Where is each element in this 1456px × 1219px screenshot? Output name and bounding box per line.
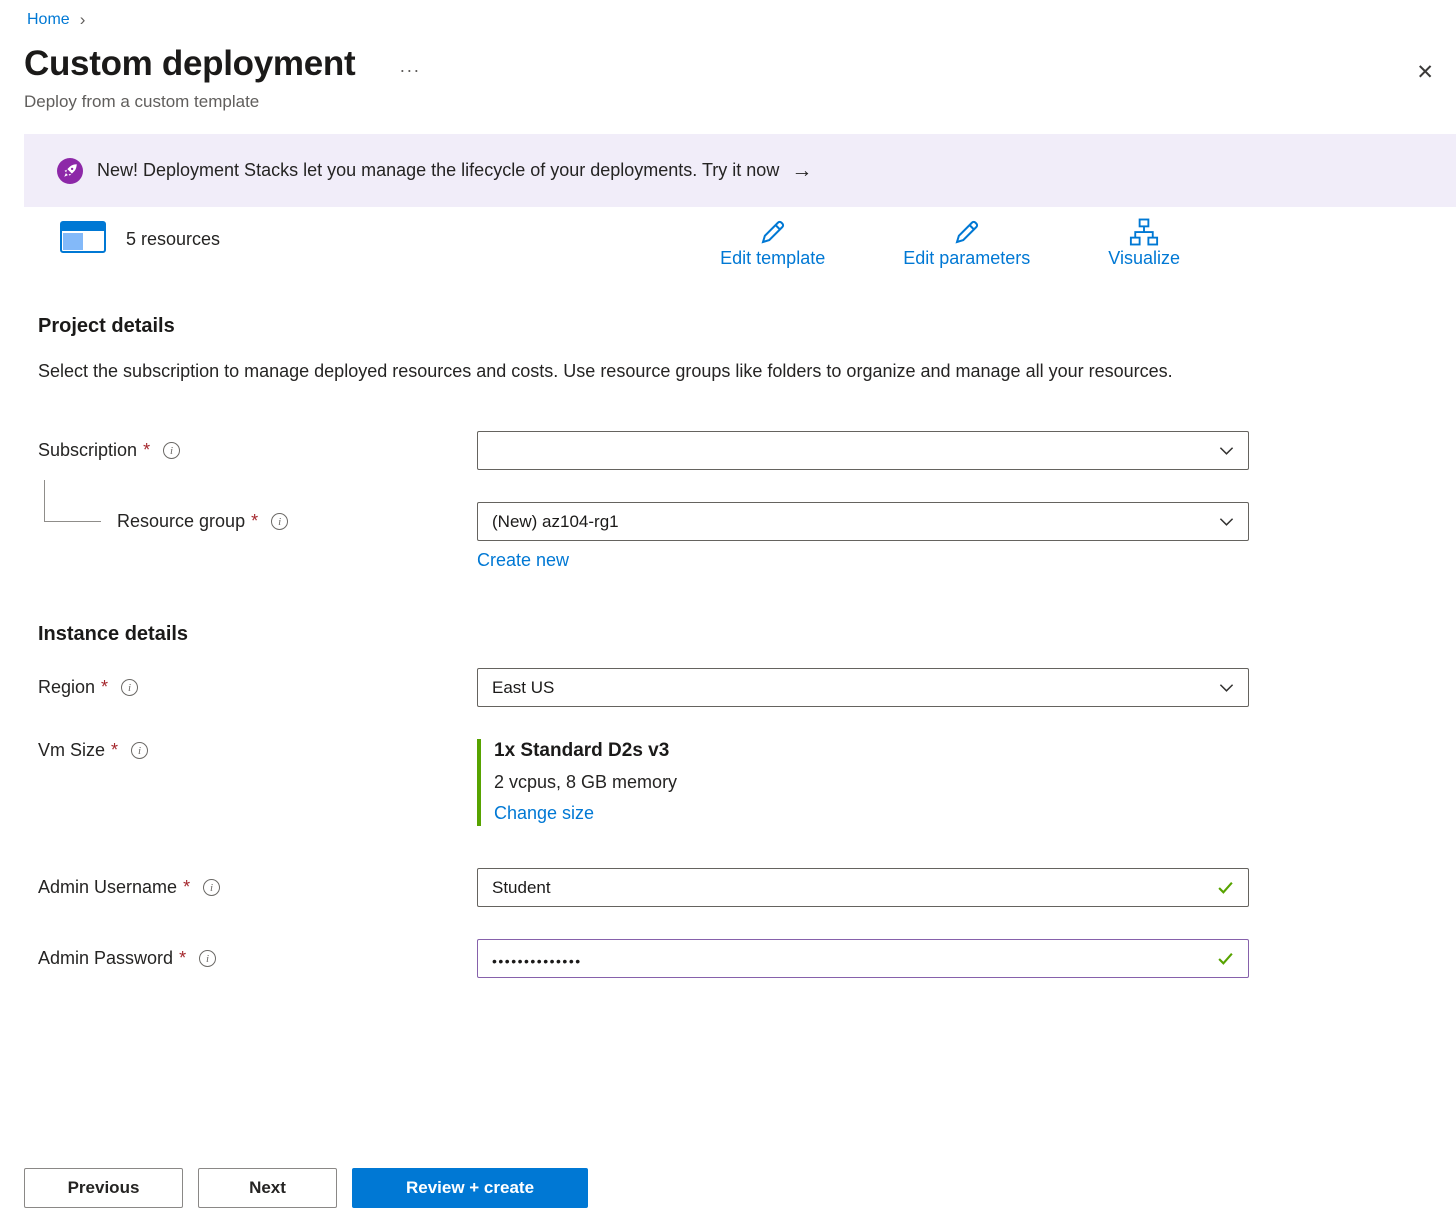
chevron-down-icon (1219, 517, 1234, 527)
template-actions: Edit template Edit parameters (720, 215, 1180, 269)
admin-username-row: Admin Username * i Student (38, 868, 1456, 907)
vm-size-row: Vm Size * i 1x Standard D2s v3 2 vcpus, … (38, 739, 1456, 826)
wizard-footer: Previous Next Review + create (24, 1168, 588, 1208)
edit-template-label: Edit template (720, 248, 825, 269)
info-icon[interactable]: i (271, 513, 288, 530)
instance-details-section: Instance details Region * i East US (0, 623, 1456, 978)
sitemap-icon (1129, 215, 1159, 247)
vm-size-label: Vm Size * i (38, 740, 477, 761)
required-marker: * (111, 740, 118, 761)
admin-username-label: Admin Username * i (38, 877, 477, 898)
info-icon[interactable]: i (131, 742, 148, 759)
previous-button[interactable]: Previous (24, 1168, 183, 1208)
admin-password-input[interactable]: •••••••••••••• (477, 939, 1249, 978)
edit-template-button[interactable]: Edit template (720, 215, 825, 269)
project-details-heading: Project details (38, 315, 1456, 338)
next-button[interactable]: Next (198, 1168, 337, 1208)
vm-size-label-text: Vm Size (38, 740, 105, 761)
resources-count: 5 resources (126, 229, 220, 250)
subscription-label-text: Subscription (38, 440, 137, 461)
required-marker: * (251, 511, 258, 532)
instance-details-heading: Instance details (38, 623, 1456, 646)
admin-password-row: Admin Password * i •••••••••••••• (38, 939, 1456, 978)
project-details-section: Project details Select the subscription … (0, 315, 1456, 571)
deployment-stacks-banner[interactable]: New! Deployment Stacks let you manage th… (24, 134, 1456, 207)
template-summary: 5 resources (60, 221, 220, 258)
resource-group-label-text: Resource group (117, 511, 245, 532)
subscription-row: Subscription * i (38, 431, 1456, 470)
template-toolbar: 5 resources Edit template (24, 215, 1456, 269)
chevron-down-icon (1219, 446, 1234, 456)
breadcrumb-home-link[interactable]: Home (27, 11, 70, 29)
template-resources-icon (60, 221, 106, 258)
review-create-button[interactable]: Review + create (352, 1168, 588, 1208)
admin-username-label-text: Admin Username (38, 877, 177, 898)
region-label: Region * i (38, 677, 477, 698)
chevron-down-icon (1219, 683, 1234, 693)
visualize-button[interactable]: Visualize (1108, 215, 1180, 269)
project-details-description: Select the subscription to manage deploy… (38, 356, 1193, 387)
required-marker: * (101, 677, 108, 698)
rocket-icon (57, 158, 83, 184)
info-icon[interactable]: i (199, 950, 216, 967)
admin-password-label-text: Admin Password (38, 948, 173, 969)
info-icon[interactable]: i (203, 879, 220, 896)
vm-size-specs: 2 vcpus, 8 GB memory (494, 772, 1249, 793)
check-icon (1217, 879, 1234, 896)
region-value: East US (492, 678, 554, 698)
subscription-dropdown[interactable] (477, 431, 1249, 470)
arrow-right-icon[interactable]: → (791, 159, 812, 183)
region-dropdown[interactable]: East US (477, 668, 1249, 707)
info-icon[interactable]: i (163, 442, 180, 459)
page-title: Custom deployment (24, 44, 355, 84)
region-label-text: Region (38, 677, 95, 698)
page-header: Custom deployment ··· ✕ Deploy from a cu… (0, 44, 1456, 112)
admin-password-label: Admin Password * i (38, 948, 477, 969)
region-row: Region * i East US (38, 668, 1456, 707)
vm-size-value: 1x Standard D2s v3 (494, 740, 1249, 762)
close-icon[interactable]: ✕ (1416, 62, 1434, 83)
pencil-icon (758, 215, 788, 247)
resource-group-label: Resource group * i (38, 502, 477, 541)
pencil-icon (952, 215, 982, 247)
vm-size-selection: 1x Standard D2s v3 2 vcpus, 8 GB memory … (477, 739, 1249, 826)
required-marker: * (179, 948, 186, 969)
required-marker: * (143, 440, 150, 461)
chevron-right-icon: › (80, 10, 86, 30)
breadcrumb: Home › (0, 0, 1456, 30)
admin-username-input[interactable]: Student (477, 868, 1249, 907)
resource-group-dropdown[interactable]: (New) az104-rg1 (477, 502, 1249, 541)
create-new-link[interactable]: Create new (477, 550, 569, 571)
admin-username-value: Student (492, 878, 551, 898)
change-size-link[interactable]: Change size (494, 803, 594, 824)
admin-password-value: •••••••••••••• (492, 949, 582, 969)
resource-group-row: Resource group * i (New) az104-rg1 Creat… (38, 502, 1456, 571)
check-icon (1217, 950, 1234, 967)
resource-group-value: (New) az104-rg1 (492, 512, 619, 532)
page-subtitle: Deploy from a custom template (0, 92, 1456, 112)
indent-connector (44, 480, 101, 522)
edit-parameters-button[interactable]: Edit parameters (903, 215, 1030, 269)
edit-parameters-label: Edit parameters (903, 248, 1030, 269)
more-options-icon[interactable]: ··· (399, 60, 420, 81)
info-icon[interactable]: i (121, 679, 138, 696)
visualize-label: Visualize (1108, 248, 1180, 269)
banner-text: New! Deployment Stacks let you manage th… (97, 160, 779, 181)
custom-deployment-page: Home › Custom deployment ··· ✕ Deploy fr… (0, 0, 1456, 978)
required-marker: * (183, 877, 190, 898)
subscription-label: Subscription * i (38, 440, 477, 461)
